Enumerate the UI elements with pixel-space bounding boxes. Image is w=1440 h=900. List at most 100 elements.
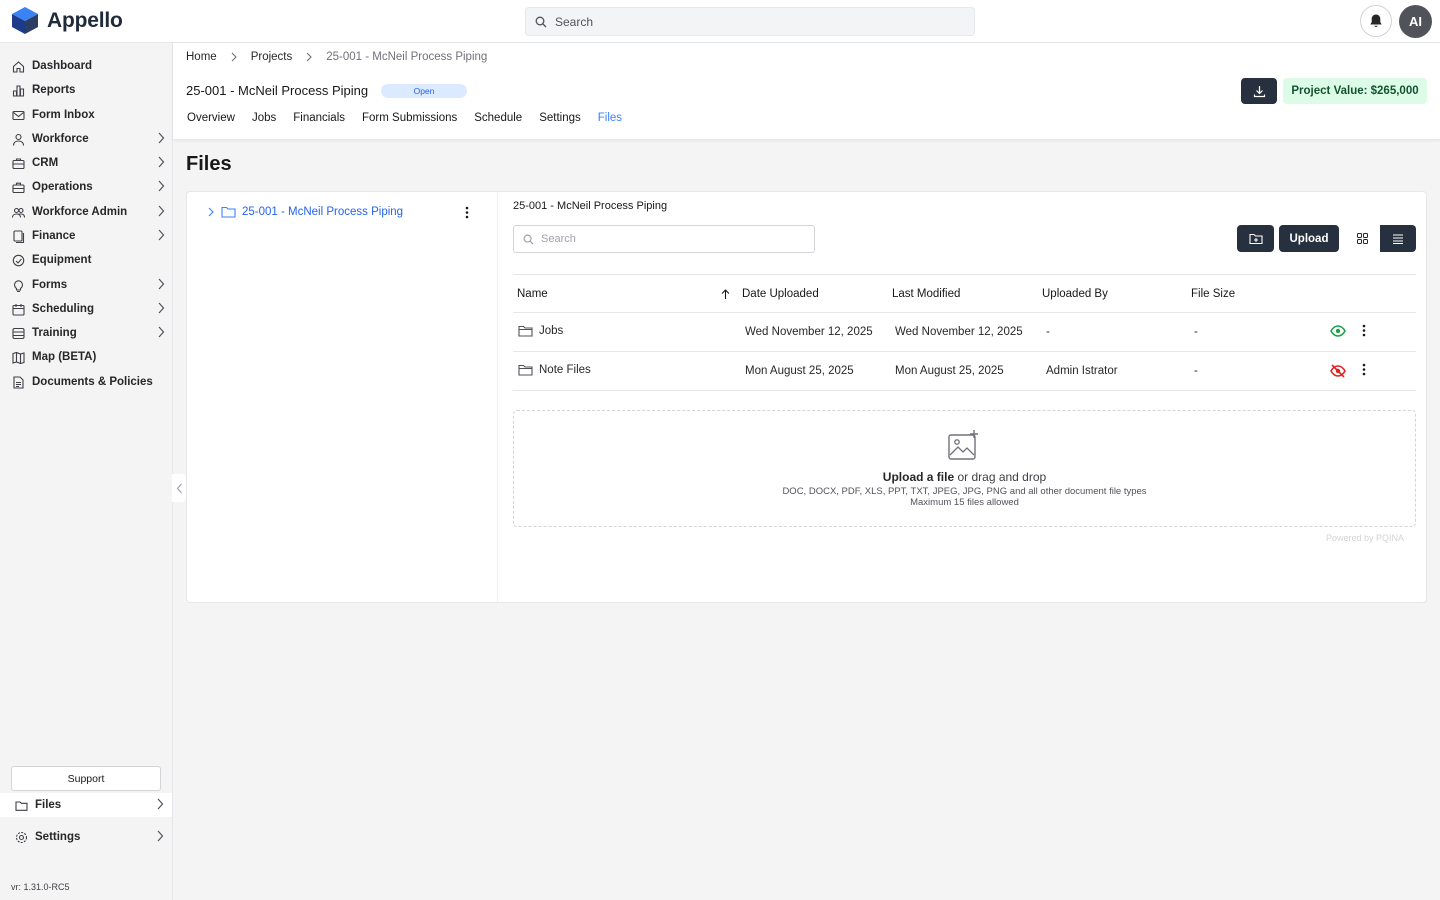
chevron-right-icon <box>156 830 164 845</box>
sidebar-item-label: Documents & Policies <box>32 376 153 388</box>
last-modified-cell: Mon August 25, 2025 <box>895 365 1004 377</box>
column-name[interactable]: Name <box>517 288 548 300</box>
sort-ascending-icon[interactable] <box>721 289 730 300</box>
chevron-right-icon <box>157 278 165 293</box>
table-row[interactable]: Note Files Mon August 25, 2025 Mon August … <box>513 352 1416 391</box>
table-row[interactable]: Jobs Wed November 12, 2025 Wed November 12… <box>513 313 1416 352</box>
gauge-icon <box>11 253 25 267</box>
user-icon <box>11 132 25 146</box>
tab-schedule[interactable]: Schedule <box>474 112 522 124</box>
project-tabs: Overview Jobs Financials Form Submission… <box>187 112 639 124</box>
bell-icon <box>1370 14 1382 28</box>
tree-item-label: 25-001 - McNeil Process Piping <box>242 206 404 218</box>
column-date-uploaded[interactable]: Date Uploaded <box>742 288 819 300</box>
column-last-modified[interactable]: Last Modified <box>892 288 960 300</box>
sidebar: Dashboard Reports Form Inbox Workforce CRM Op… <box>0 43 173 900</box>
sidebar-item-crm[interactable]: CRM <box>11 152 171 174</box>
sidebar-collapse-handle[interactable] <box>172 474 186 502</box>
layers-icon <box>11 326 25 340</box>
sidebar-item-operations[interactable]: Operations <box>11 176 171 198</box>
column-uploaded-by[interactable]: Uploaded By <box>1042 288 1108 300</box>
tab-files[interactable]: Files <box>598 112 622 124</box>
files-card: 25-001 - McNeil Process Piping 25-001 - … <box>186 191 1427 603</box>
sidebar-item-scheduling[interactable]: Scheduling <box>11 298 171 320</box>
chevron-right-icon <box>208 207 214 217</box>
folder-icon <box>518 364 533 376</box>
upload-file-link[interactable]: Upload a file <box>883 470 954 484</box>
uploaded-by-cell: - <box>1046 326 1050 338</box>
folder-icon <box>518 325 533 337</box>
tree-item-root[interactable]: 25-001 - McNeil Process Piping <box>207 206 403 218</box>
mail-icon <box>11 108 25 122</box>
global-search-input[interactable] <box>555 14 955 29</box>
top-bar: Appello AI <box>0 0 1440 43</box>
eye-off-icon[interactable] <box>1330 364 1346 381</box>
dropzone-file-types: DOC, DOCX, PDF, XLS, PPT, TXT, JPEG, JPG… <box>782 486 1147 497</box>
grid-view-button[interactable] <box>1344 225 1380 252</box>
support-button[interactable]: Support <box>11 766 161 791</box>
sidebar-item-training[interactable]: Training <box>11 322 171 344</box>
tab-jobs[interactable]: Jobs <box>252 112 276 124</box>
sidebar-item-forms[interactable]: Forms <box>11 274 171 296</box>
tab-settings[interactable]: Settings <box>539 112 581 124</box>
sidebar-item-workforce-admin[interactable]: Workforce Admin <box>11 201 171 223</box>
list-view-button[interactable] <box>1380 225 1416 252</box>
file-name: Jobs <box>539 325 564 337</box>
tab-form-submissions[interactable]: Form Submissions <box>362 112 457 124</box>
breadcrumb-projects[interactable]: Projects <box>251 51 293 63</box>
file-name: Note Files <box>539 364 591 376</box>
sidebar-item-label: Forms <box>32 279 68 291</box>
file-name-cell[interactable]: Jobs <box>518 325 563 337</box>
sidebar-item-label: Dashboard <box>32 60 93 72</box>
sidebar-item-label: Files <box>35 799 62 811</box>
upload-dropzone[interactable]: Upload a file or drag and drop DOC, DOCX… <box>513 410 1416 527</box>
download-button[interactable] <box>1241 78 1277 104</box>
sidebar-item-files[interactable]: Files <box>0 793 172 817</box>
chevron-right-icon <box>157 326 165 341</box>
sidebar-item-settings[interactable]: Settings <box>14 826 174 848</box>
sidebar-item-equipment[interactable]: Equipment <box>11 249 171 271</box>
file-search[interactable] <box>513 225 815 253</box>
sidebar-item-label: Settings <box>35 831 81 843</box>
upload-button[interactable]: Upload <box>1279 225 1339 252</box>
search-icon <box>535 16 547 27</box>
project-title: 25-001 - McNeil Process Piping <box>186 83 369 98</box>
file-name-cell[interactable]: Note Files <box>518 364 591 376</box>
column-file-size[interactable]: File Size <box>1191 288 1235 300</box>
file-size-cell: - <box>1194 365 1198 377</box>
sidebar-item-form-inbox[interactable]: Form Inbox <box>11 104 171 126</box>
sidebar-item-map-beta[interactable]: Map (BETA) <box>11 346 171 368</box>
tab-overview[interactable]: Overview <box>187 112 235 124</box>
kebab-menu-icon <box>1361 324 1367 340</box>
app-logo[interactable]: Appello <box>11 6 123 35</box>
sidebar-item-files-row: Files <box>14 794 174 816</box>
file-search-input[interactable] <box>541 233 801 245</box>
sidebar-item-finance[interactable]: Finance <box>11 225 171 247</box>
global-search[interactable] <box>525 7 975 36</box>
row-menu-button[interactable] <box>1361 363 1367 379</box>
sidebar-item-dashboard[interactable]: Dashboard <box>11 55 171 77</box>
map-icon <box>11 350 25 364</box>
page-title: Files <box>186 153 232 175</box>
download-icon <box>1253 85 1265 97</box>
row-menu-button[interactable] <box>1361 324 1367 340</box>
app-name: Appello <box>47 8 123 32</box>
user-avatar[interactable]: AI <box>1399 5 1432 38</box>
date-uploaded-cell: Wed November 12, 2025 <box>745 326 873 338</box>
sidebar-item-label: Equipment <box>32 254 92 266</box>
gear-icon <box>14 830 28 844</box>
sidebar-item-documents-policies[interactable]: Documents & Policies <box>11 371 171 393</box>
tab-financials[interactable]: Financials <box>293 112 345 124</box>
folder-tree: 25-001 - McNeil Process Piping <box>187 192 498 602</box>
sidebar-item-reports[interactable]: Reports <box>11 79 171 101</box>
sidebar-item-workforce[interactable]: Workforce <box>11 128 171 150</box>
uploaded-by-cell: Admin Istrator <box>1046 365 1118 377</box>
appello-logo-icon <box>12 7 38 34</box>
new-folder-button[interactable] <box>1237 225 1274 252</box>
powered-by-label[interactable]: Powered by PQINA <box>1326 533 1404 543</box>
sidebar-item-label: Map (BETA) <box>32 351 97 363</box>
notifications-button[interactable] <box>1360 5 1392 37</box>
tree-item-menu-button[interactable] <box>464 206 470 222</box>
eye-icon[interactable] <box>1330 325 1346 340</box>
breadcrumb-home[interactable]: Home <box>186 51 217 63</box>
